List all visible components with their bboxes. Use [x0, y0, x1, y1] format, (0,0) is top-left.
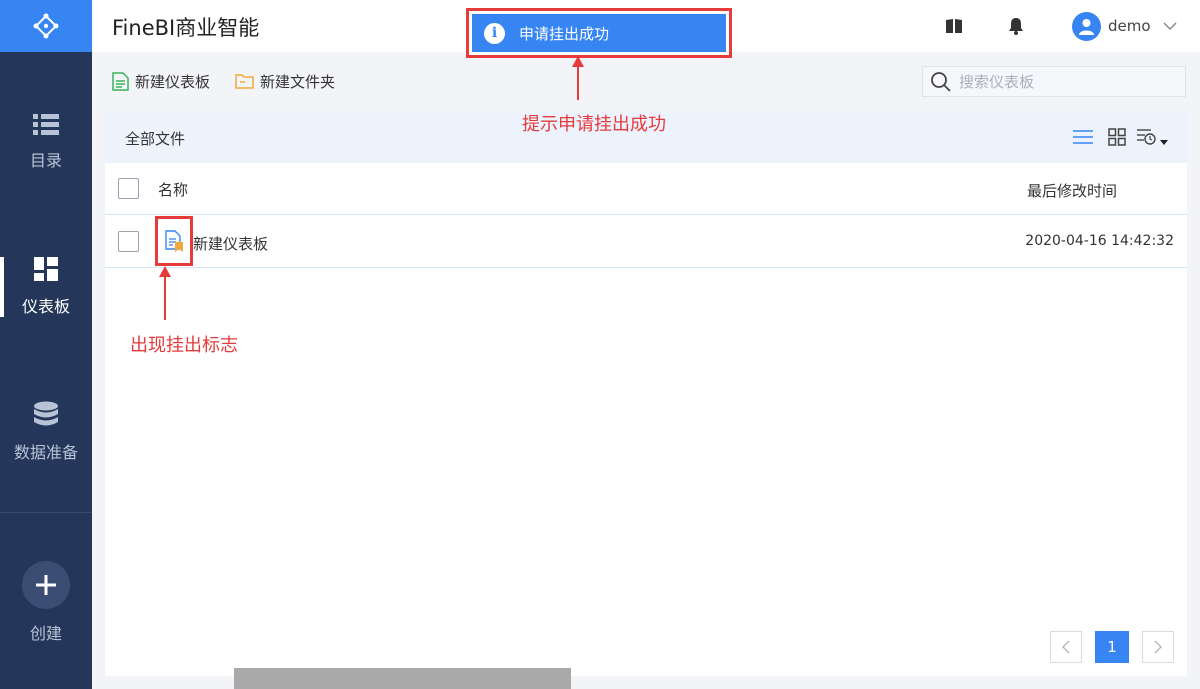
- column-header-modified[interactable]: 最后修改时间: [1027, 180, 1117, 201]
- dashboard-grid-icon: [34, 257, 58, 281]
- plus-icon: [36, 575, 56, 595]
- notifications-button[interactable]: [1006, 16, 1026, 36]
- create-button[interactable]: [22, 561, 70, 609]
- new-folder-label: 新建文件夹: [260, 72, 336, 91]
- sort-time-icon: [1137, 129, 1168, 145]
- username: demo: [1108, 17, 1151, 35]
- folder-icon: [235, 74, 254, 89]
- sidebar-item-label: 数据准备: [13, 443, 78, 462]
- new-dashboard-label: 新建仪表板: [135, 72, 211, 91]
- toast-body: i 申请挂出成功: [472, 14, 726, 52]
- sort-button[interactable]: [1136, 128, 1170, 146]
- search-box: [922, 66, 1186, 97]
- list-view-button[interactable]: [1073, 128, 1093, 146]
- sidebar-item-data-prep[interactable]: 数据准备: [0, 401, 92, 463]
- bell-icon: [1009, 18, 1023, 35]
- new-dashboard-button[interactable]: 新建仪表板: [112, 71, 210, 91]
- row-name[interactable]: 新建仪表板: [193, 233, 268, 254]
- chevron-down-icon: [1163, 21, 1177, 30]
- next-page-button[interactable]: [1142, 631, 1174, 663]
- search-icon: [931, 71, 951, 92]
- breadcrumb[interactable]: 全部文件: [125, 128, 185, 149]
- user-icon: [1079, 18, 1094, 35]
- database-icon: [34, 401, 58, 426]
- chevron-left-icon: [1062, 640, 1070, 654]
- search-input[interactable]: [959, 72, 1169, 91]
- toast-annotation-arrow: [572, 56, 584, 100]
- list-view-icon: [1073, 130, 1093, 144]
- row-modified-time: 2020-04-16 14:42:32: [1025, 233, 1174, 249]
- bottom-overlay-bar: [234, 668, 571, 689]
- avatar: [1072, 11, 1101, 41]
- file-list-panel: 全部文件 名称 最后修改时间 新建仪表板 2020-04-16 14:42:32: [105, 111, 1187, 676]
- sidebar: 目录 仪表板 数据准备 创建: [0, 0, 92, 689]
- grid-view-button[interactable]: [1107, 128, 1127, 146]
- info-icon: i: [484, 22, 505, 44]
- select-all-checkbox[interactable]: [118, 178, 139, 199]
- user-menu[interactable]: demo: [1072, 11, 1177, 41]
- icon-annotation-arrow: [159, 266, 171, 320]
- row-checkbox[interactable]: [118, 231, 139, 252]
- toast-notification: i 申请挂出成功: [466, 8, 732, 58]
- new-folder-button[interactable]: 新建文件夹: [235, 71, 335, 91]
- sidebar-item-label: 目录: [29, 151, 62, 170]
- logo[interactable]: [0, 0, 92, 52]
- published-marker-highlight: [155, 216, 193, 266]
- finebi-logo-icon: [33, 13, 59, 39]
- chevron-right-icon: [1154, 640, 1162, 654]
- help-button[interactable]: [944, 16, 964, 36]
- app-title: FineBI商业智能: [112, 16, 260, 40]
- toast-annotation: 提示申请挂出成功: [522, 114, 666, 135]
- sidebar-item-label: 仪表板: [21, 297, 70, 316]
- book-icon: [946, 19, 962, 33]
- column-header-name[interactable]: 名称: [158, 179, 188, 200]
- create-label-wrap: 创建: [0, 620, 92, 644]
- create-label: 创建: [29, 624, 62, 643]
- published-dashboard-icon: [165, 230, 183, 252]
- toast-message: 申请挂出成功: [519, 24, 610, 43]
- sidebar-item-catalog[interactable]: 目录: [0, 113, 92, 171]
- prev-page-button[interactable]: [1050, 631, 1082, 663]
- new-dashboard-icon: [112, 71, 129, 91]
- sidebar-item-dashboard[interactable]: 仪表板: [0, 257, 92, 317]
- current-page-button[interactable]: 1: [1095, 631, 1129, 663]
- table-header: 名称 最后修改时间: [105, 163, 1187, 215]
- sidebar-divider: [0, 512, 92, 513]
- list-icon: [33, 114, 59, 135]
- grid-view-icon: [1108, 128, 1126, 146]
- icon-annotation: 出现挂出标志: [130, 335, 238, 356]
